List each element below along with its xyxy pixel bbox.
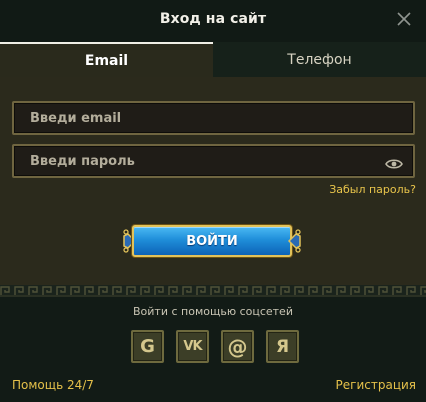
ornament-right-icon: [288, 229, 301, 253]
decorative-meander-border: [0, 285, 426, 297]
register-link[interactable]: Регистрация: [336, 378, 416, 392]
login-button-wrapper: ВОЙТИ: [122, 223, 302, 259]
google-icon: G: [140, 336, 155, 357]
tab-phone[interactable]: Телефон: [213, 42, 426, 77]
close-icon[interactable]: [396, 11, 412, 27]
email-field-wrapper: [12, 101, 415, 135]
social-buttons: G VK @ Я: [131, 330, 301, 363]
yandex-icon: Я: [275, 336, 290, 357]
yandex-login-button[interactable]: Я: [266, 330, 299, 363]
email-input[interactable]: [14, 103, 413, 133]
tab-email[interactable]: Email: [0, 42, 213, 77]
modal-header: Вход на сайт: [0, 0, 426, 42]
social-login-title: Войти с помощью соцсетей: [133, 305, 293, 318]
mail-login-button[interactable]: @: [221, 330, 254, 363]
login-form: Забыл пароль? ВОЙТИ: [0, 77, 426, 285]
eye-icon[interactable]: [385, 155, 403, 169]
vk-icon: VK: [183, 339, 202, 354]
mail-icon: @: [227, 334, 248, 359]
login-method-tabs: Email Телефон: [0, 42, 426, 77]
vk-login-button[interactable]: VK: [176, 330, 209, 363]
password-field-wrapper: [12, 144, 415, 178]
modal-title: Вход на сайт: [159, 11, 267, 27]
forgot-password-link[interactable]: Забыл пароль?: [329, 183, 416, 196]
help-link[interactable]: Помощь 24/7: [12, 378, 94, 392]
password-input[interactable]: [14, 146, 413, 176]
google-login-button[interactable]: G: [131, 330, 164, 363]
login-button[interactable]: ВОЙТИ: [132, 225, 292, 257]
social-login-section: Войти с помощью соцсетей G VK @ Я Помощь…: [0, 297, 426, 402]
